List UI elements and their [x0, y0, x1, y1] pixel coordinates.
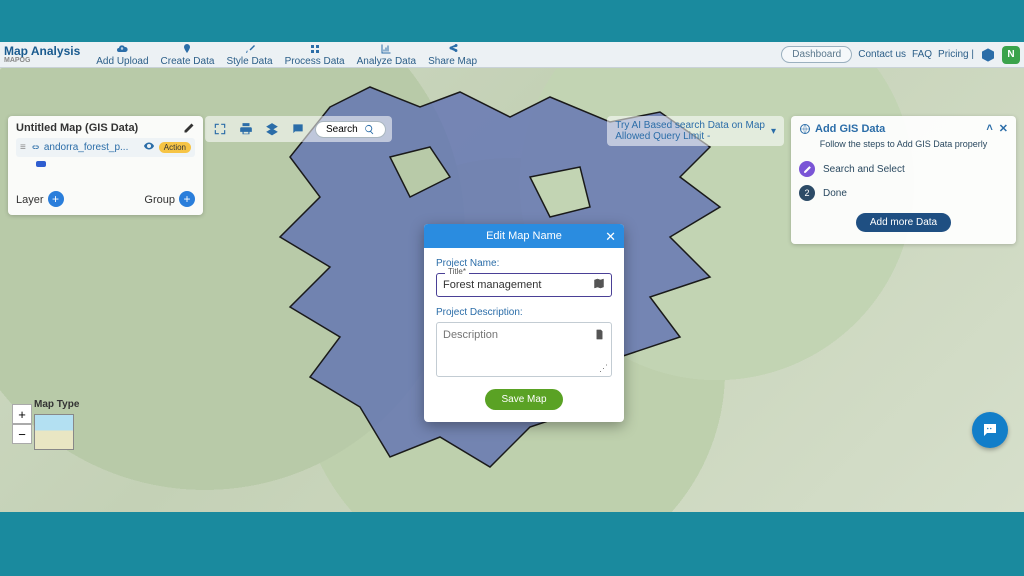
add-more-data-button[interactable]: Add more Data — [856, 213, 951, 232]
toolbar-label: Analyze Data — [357, 56, 416, 67]
ai-banner-line1: Try AI Based search Data on Map — [615, 120, 765, 131]
add-gis-data-panel: Add GIS Data ˄ ✕ Follow the steps to Add… — [791, 116, 1016, 244]
edit-map-name-modal: Edit Map Name ✕ Project Name: Title* Pro… — [424, 224, 624, 422]
layers-icon[interactable] — [263, 120, 281, 138]
map-type-label: Map Type — [34, 399, 79, 410]
toolbar-analyze-data[interactable]: Analyze Data — [351, 43, 422, 67]
toolbar-style-data[interactable]: Style Data — [220, 43, 278, 67]
title-input[interactable] — [443, 279, 587, 291]
pricing-link[interactable]: Pricing | — [938, 49, 974, 60]
map-search-button[interactable]: Search — [315, 121, 386, 138]
map-icon — [593, 278, 605, 293]
contact-link[interactable]: Contact us — [858, 49, 906, 60]
toolbar-label: Create Data — [161, 56, 215, 67]
step-label: Search and Select — [823, 164, 905, 175]
add-layer-control[interactable]: Layer+ — [16, 191, 64, 207]
toolbar-process-data[interactable]: Process Data — [279, 43, 351, 67]
plus-icon: + — [179, 191, 195, 207]
plus-icon: + — [48, 191, 64, 207]
description-field-wrap: ⋰ — [436, 322, 612, 377]
brand-subtitle: MAPOG — [4, 57, 80, 64]
layer-name: andorra_forest_p... — [44, 142, 139, 153]
share-icon — [447, 43, 459, 55]
toolbar-label: Add Upload — [96, 56, 148, 67]
drag-handle-icon[interactable]: ≡ — [20, 142, 26, 153]
map-title: Untitled Map (GIS Data) — [16, 122, 138, 134]
dashboard-button[interactable]: Dashboard — [781, 46, 852, 63]
title-field-wrap: Title* — [436, 273, 612, 297]
app-toolbar: Map Analysis MAPOG Add Upload Create Dat… — [0, 42, 1024, 68]
step-number-badge: 2 — [799, 185, 815, 201]
toolbar-label: Share Map — [428, 56, 477, 67]
layers-panel: Untitled Map (GIS Data) ≡ andorra_forest… — [8, 116, 203, 215]
gis-step-2[interactable]: 2 Done — [799, 181, 1008, 205]
gis-step-1[interactable]: Search and Select — [799, 157, 1008, 181]
cube-icon[interactable] — [980, 47, 996, 63]
gis-panel-title: Add GIS Data — [815, 123, 885, 135]
cloud-upload-icon — [116, 43, 128, 55]
print-icon[interactable] — [237, 120, 255, 138]
toolbar-add-upload[interactable]: Add Upload — [90, 43, 154, 67]
save-map-button[interactable]: Save Map — [485, 389, 562, 410]
modal-title: Edit Map Name — [486, 230, 562, 242]
ai-search-banner[interactable]: Try AI Based search Data on Map Allowed … — [607, 116, 784, 146]
project-desc-label: Project Description: — [436, 307, 612, 318]
close-icon[interactable]: ✕ — [999, 122, 1008, 135]
chat-fab[interactable] — [972, 412, 1008, 448]
zoom-out-button[interactable]: − — [12, 424, 32, 444]
close-icon[interactable]: ✕ — [605, 229, 616, 245]
document-icon — [594, 329, 605, 343]
layer-row[interactable]: ≡ andorra_forest_p... Action — [16, 138, 195, 157]
search-icon — [364, 124, 375, 135]
layer-swatch — [36, 161, 46, 167]
add-group-control[interactable]: Group+ — [144, 191, 195, 207]
step-label: Done — [823, 188, 847, 199]
resize-handle-icon[interactable]: ⋰ — [599, 363, 608, 374]
zoom-control: + − — [12, 404, 32, 444]
toolbar-share-map[interactable]: Share Map — [422, 43, 483, 67]
brand-title: Map Analysis — [4, 45, 80, 57]
ai-banner-line2: Allowed Query Limit - — [615, 131, 765, 142]
map-tool-strip: Search — [205, 116, 392, 142]
comment-icon[interactable] — [289, 120, 307, 138]
fullscreen-icon[interactable] — [211, 120, 229, 138]
visibility-icon[interactable] — [143, 140, 155, 155]
toolbar-label: Style Data — [226, 56, 272, 67]
globe-icon — [799, 123, 811, 135]
user-avatar[interactable]: N — [1002, 46, 1020, 64]
link-icon — [30, 143, 40, 153]
zoom-in-button[interactable]: + — [12, 404, 32, 424]
toolbar-create-data[interactable]: Create Data — [155, 43, 221, 67]
app-brand: Map Analysis MAPOG — [4, 45, 80, 64]
gis-panel-subtitle: Follow the steps to Add GIS Data properl… — [799, 135, 1008, 157]
faq-link[interactable]: FAQ — [912, 49, 932, 60]
title-float-label: Title* — [445, 267, 469, 276]
pencil-icon[interactable] — [183, 122, 195, 134]
analyze-icon — [380, 43, 392, 55]
map-type-thumbnail[interactable] — [34, 414, 74, 450]
chevron-up-icon[interactable]: ˄ — [986, 122, 992, 135]
description-input[interactable] — [443, 329, 587, 361]
brush-icon — [244, 43, 256, 55]
search-label: Search — [326, 124, 358, 135]
layer-action-chip[interactable]: Action — [159, 142, 191, 153]
chat-icon — [981, 421, 999, 439]
chevron-down-icon[interactable]: ▾ — [771, 126, 776, 137]
pin-icon — [181, 43, 193, 55]
pencil-badge-icon — [799, 161, 815, 177]
process-icon — [309, 43, 321, 55]
toolbar-label: Process Data — [285, 56, 345, 67]
